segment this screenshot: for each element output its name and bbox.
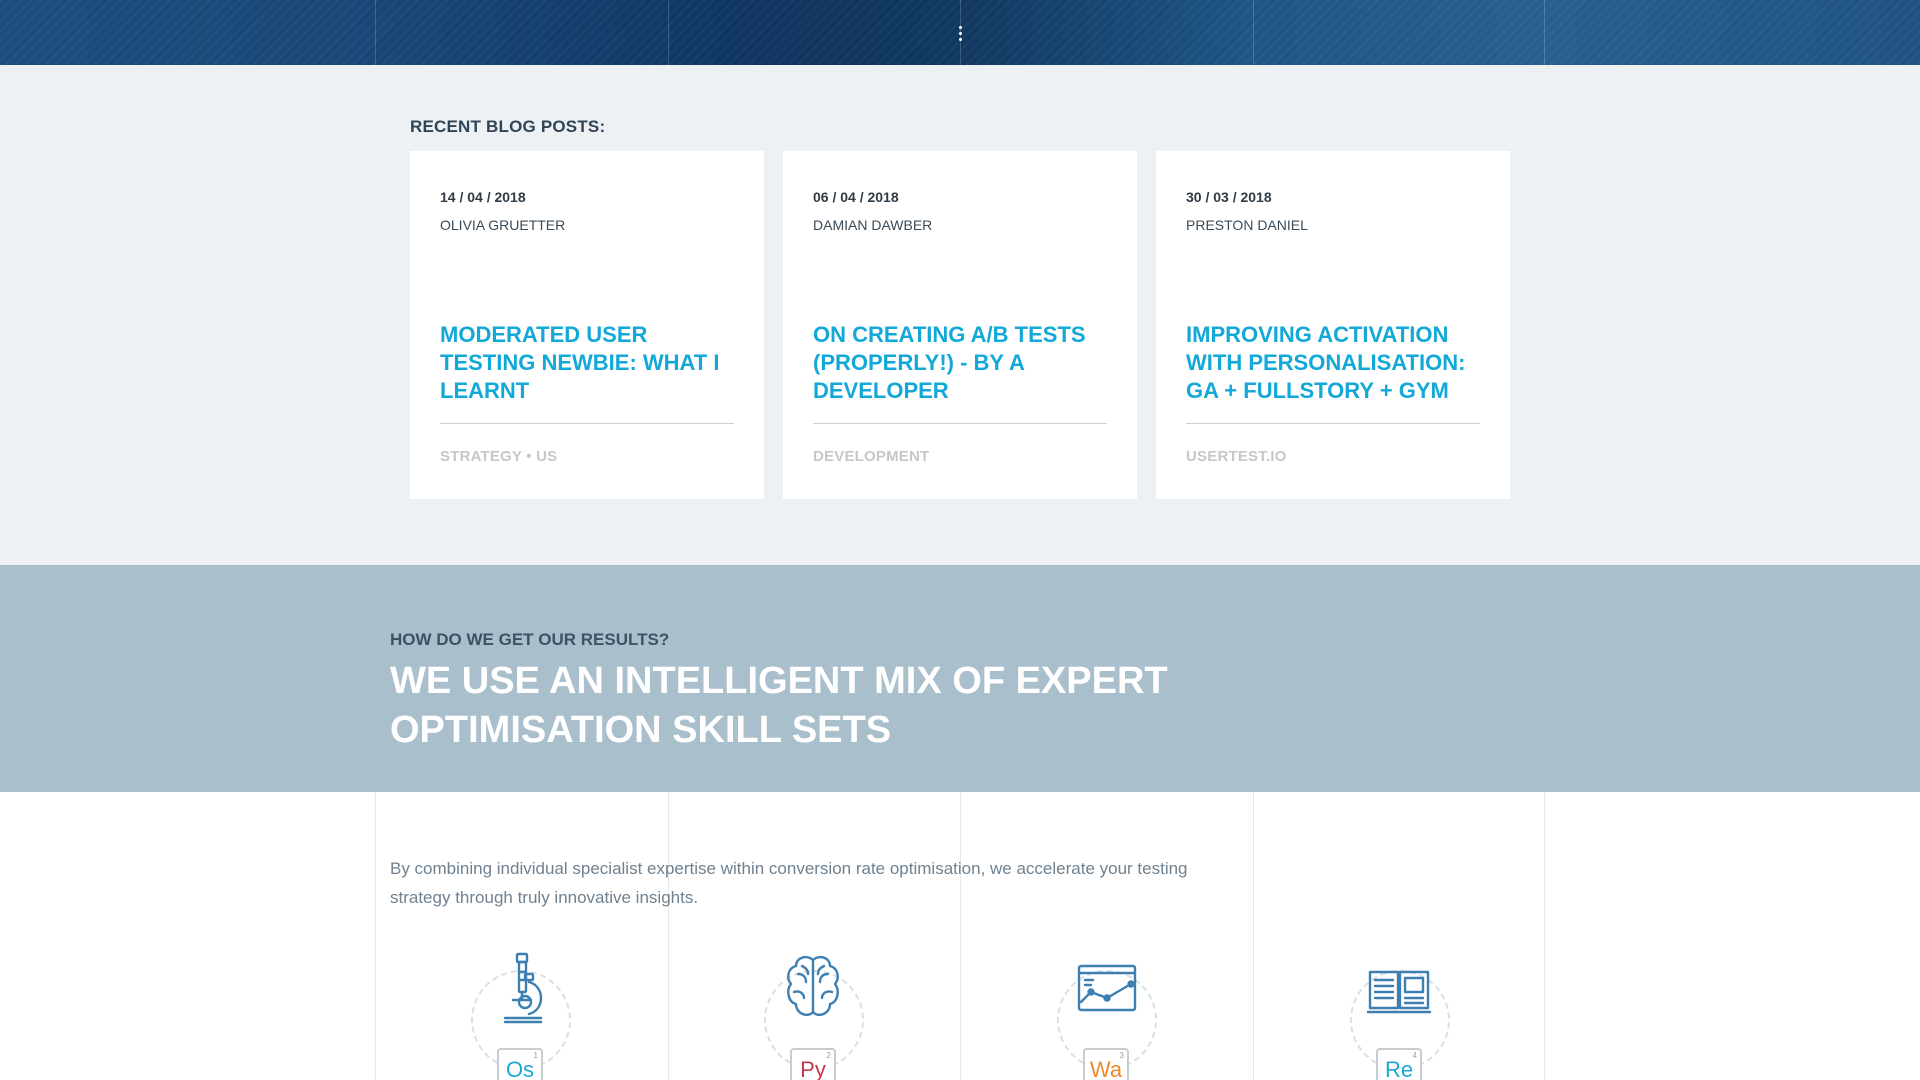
post-tags[interactable]: USERTEST.IO <box>1186 448 1287 465</box>
element-symbol: Wa <box>1089 1057 1123 1080</box>
post-tags[interactable]: DEVELOPMENT <box>813 448 929 465</box>
hero-banner <box>0 0 1920 65</box>
post-author: PRESTON DANIEL <box>1186 217 1308 233</box>
results-kicker: HOW DO WE GET OUR RESULTS? <box>390 630 670 649</box>
brain-icon <box>787 955 839 1016</box>
post-date: 14 / 04 / 2018 <box>440 189 526 205</box>
skill-item[interactable]: Os 1 <box>461 952 581 1080</box>
post-date: 30 / 03 / 2018 <box>1186 189 1272 205</box>
element-tile: Wa 3 <box>1083 1048 1129 1080</box>
element-tile: Py 2 <box>790 1048 836 1080</box>
hero-grid-line <box>1253 0 1254 65</box>
blog-post-card[interactable]: 14 / 04 / 2018 OLIVIA GRUETTER MODERATED… <box>410 151 764 499</box>
post-title-link[interactable]: IMPROVING ACTIVATION WITH PERSONALISATIO… <box>1186 321 1486 405</box>
hero-grid-line <box>375 0 376 65</box>
skill-item[interactable]: Wa 3 <box>1047 952 1167 1080</box>
microscope-icon <box>503 952 543 1024</box>
skill-item[interactable]: Re 4 <box>1340 952 1460 1080</box>
grid-line <box>960 792 961 1080</box>
element-tile: Re 4 <box>1376 1048 1422 1080</box>
post-title-link[interactable]: MODERATED USER TESTING NEWBIE: WHAT I LE… <box>440 321 740 405</box>
element-tile: Os 1 <box>497 1048 543 1080</box>
grid-line <box>1253 792 1254 1080</box>
book-icon <box>1366 970 1432 1014</box>
recent-blog-posts-section: RECENT BLOG POSTS: 14 / 04 / 2018 OLIVIA… <box>0 65 1920 565</box>
hero-grid-line <box>668 0 669 65</box>
element-symbol: Py <box>800 1057 826 1080</box>
chart-window-icon <box>1077 964 1137 1012</box>
divider <box>440 423 734 424</box>
blog-post-card[interactable]: 06 / 04 / 2018 DAMIAN DAWBER ON CREATING… <box>783 151 1137 499</box>
element-number: 4 <box>1412 1051 1417 1060</box>
divider <box>1186 423 1480 424</box>
section-heading: RECENT BLOG POSTS: <box>410 117 606 136</box>
post-date: 06 / 04 / 2018 <box>813 189 899 205</box>
post-title-link[interactable]: ON CREATING A/B TESTS (PROPERLY!) - BY A… <box>813 321 1113 405</box>
hero-grid-line <box>1544 0 1545 65</box>
results-section: HOW DO WE GET OUR RESULTS? WE USE AN INT… <box>0 565 1920 792</box>
grid-line <box>1544 792 1545 1080</box>
post-author: OLIVIA GRUETTER <box>440 217 566 233</box>
post-author: DAMIAN DAWBER <box>813 217 933 233</box>
skill-item[interactable]: Py 2 <box>754 952 874 1080</box>
skills-section: By combining individual specialist exper… <box>0 792 1920 1080</box>
blog-post-card[interactable]: 30 / 03 / 2018 PRESTON DANIEL IMPROVING … <box>1156 151 1510 499</box>
element-symbol: Re <box>1384 1057 1414 1080</box>
post-tags[interactable]: STRATEGY • US <box>440 448 557 465</box>
divider <box>813 423 1107 424</box>
element-number: 3 <box>1119 1051 1124 1060</box>
scroll-indicator-icon[interactable] <box>959 26 963 44</box>
element-symbol: Os <box>505 1057 535 1080</box>
grid-line <box>375 792 376 1080</box>
results-headline: WE USE AN INTELLIGENT MIX OF EXPERT OPTI… <box>390 660 1168 751</box>
grid-line <box>668 792 669 1080</box>
element-number: 1 <box>533 1051 538 1060</box>
skills-intro-text: By combining individual specialist exper… <box>390 859 1188 907</box>
element-number: 2 <box>826 1051 831 1060</box>
